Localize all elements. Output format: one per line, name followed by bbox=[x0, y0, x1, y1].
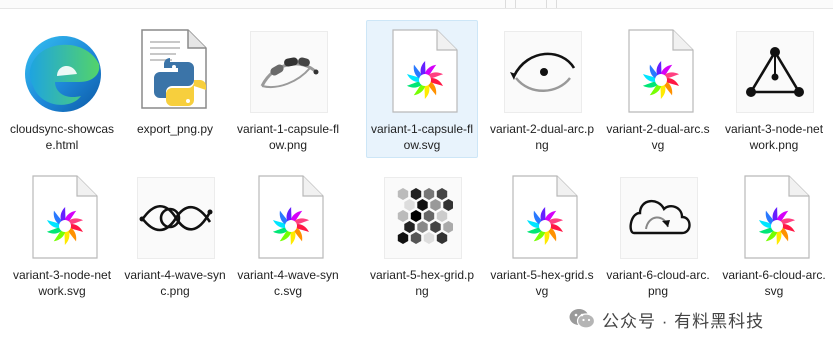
file-item[interactable]: variant-5-hex-grid.svg bbox=[486, 166, 598, 304]
file-name-label: variant-3-node-network.png bbox=[724, 122, 824, 152]
image-preview bbox=[736, 31, 814, 113]
svg-file-icon bbox=[380, 25, 466, 119]
file-item[interactable]: cloudsync-showcase.html bbox=[6, 20, 118, 158]
file-name-label: export_png.py bbox=[136, 122, 214, 136]
file-item[interactable]: variant-4-wave-sync.png bbox=[119, 166, 231, 304]
image-preview bbox=[250, 31, 328, 113]
file-name-label: variant-5-hex-grid.png bbox=[369, 268, 475, 298]
refresh-button[interactable] bbox=[515, 0, 547, 8]
file-name-label: variant-4-wave-sync.png bbox=[124, 268, 226, 298]
hex-grid-thumbnail bbox=[380, 171, 466, 265]
file-item[interactable]: variant-5-hex-grid.png bbox=[366, 166, 478, 304]
file-item[interactable]: variant-6-cloud-arc.svg bbox=[718, 166, 830, 304]
edge-browser-icon bbox=[20, 25, 106, 119]
file-item[interactable]: variant-1-capsule-flow.svg bbox=[366, 20, 478, 158]
watermark: 公众号 · 有料黑科技 bbox=[568, 306, 764, 332]
toolbar-strip bbox=[0, 0, 833, 9]
dual-arc-thumbnail bbox=[500, 25, 586, 119]
file-name-label: variant-2-dual-arc.png bbox=[489, 122, 595, 152]
file-name-label: variant-2-dual-arc.svg bbox=[606, 122, 710, 152]
address-bar[interactable] bbox=[0, 0, 506, 8]
file-item[interactable]: variant-1-capsule-flow.png bbox=[232, 20, 344, 158]
svg-file-icon bbox=[732, 171, 818, 265]
svg-file-icon bbox=[500, 171, 586, 265]
image-preview bbox=[137, 177, 215, 259]
image-preview bbox=[384, 177, 462, 259]
file-name-label: cloudsync-showcase.html bbox=[9, 122, 115, 152]
file-name-label: variant-5-hex-grid.svg bbox=[490, 268, 594, 298]
file-name-label: variant-4-wave-sync.svg bbox=[237, 268, 339, 298]
file-item[interactable]: variant-2-dual-arc.svg bbox=[602, 20, 714, 158]
svg-file-icon bbox=[616, 25, 702, 119]
file-item[interactable]: variant-6-cloud-arc.png bbox=[602, 166, 714, 304]
cloud-arc-thumbnail bbox=[616, 171, 702, 265]
watermark-text: 公众号 · 有料黑科技 bbox=[602, 311, 765, 331]
wechat-icon bbox=[569, 309, 596, 329]
python-file-icon bbox=[133, 25, 219, 119]
file-name-label: variant-1-capsule-flow.svg bbox=[370, 122, 474, 152]
file-item[interactable]: export_png.py bbox=[119, 20, 231, 158]
svg-file-icon bbox=[20, 171, 106, 265]
file-grid: cloudsync-showcase.html export_png.py va… bbox=[0, 20, 833, 320]
wave-sync-thumbnail bbox=[133, 171, 219, 265]
file-name-label: variant-1-capsule-flow.png bbox=[236, 122, 340, 152]
node-network-thumbnail bbox=[732, 25, 818, 119]
search-box[interactable] bbox=[556, 0, 833, 8]
file-item[interactable]: variant-3-node-network.svg bbox=[6, 166, 118, 304]
file-name-label: variant-6-cloud-arc.svg bbox=[722, 268, 826, 298]
file-name-label: variant-3-node-network.svg bbox=[12, 268, 112, 298]
svg-file-icon bbox=[246, 171, 332, 265]
file-item[interactable]: variant-4-wave-sync.svg bbox=[232, 166, 344, 304]
image-preview bbox=[504, 31, 582, 113]
file-item[interactable]: variant-2-dual-arc.png bbox=[486, 20, 598, 158]
file-item[interactable]: variant-3-node-network.png bbox=[718, 20, 830, 158]
image-preview bbox=[620, 177, 698, 259]
file-name-label: variant-6-cloud-arc.png bbox=[606, 268, 710, 298]
capsule-flow-thumbnail bbox=[246, 25, 332, 119]
